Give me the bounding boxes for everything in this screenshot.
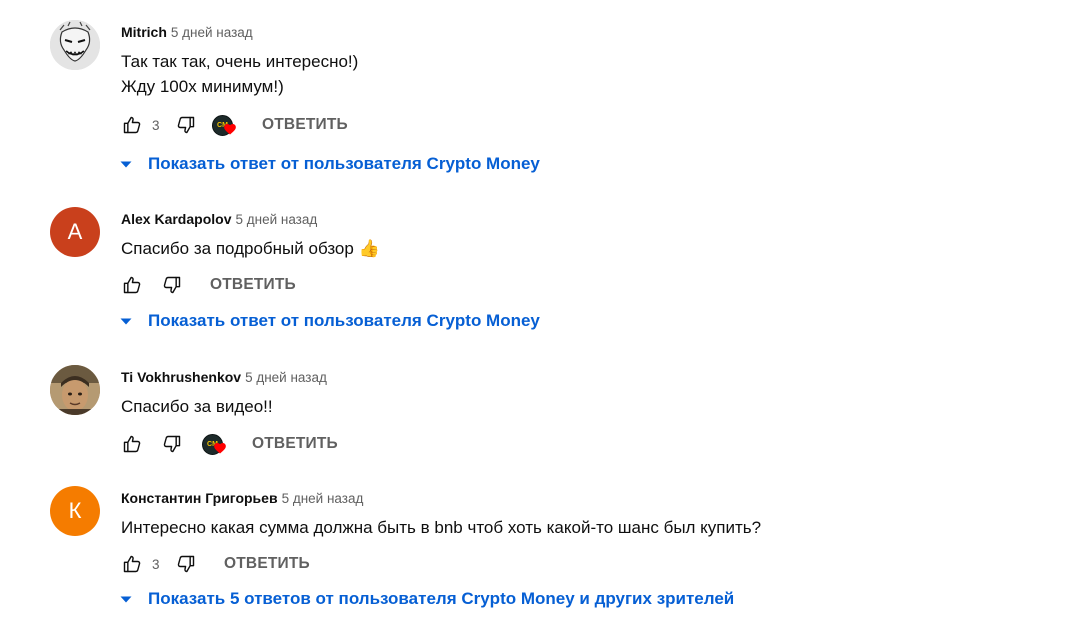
reply-button[interactable]: ОТВЕТИТЬ [210, 276, 296, 294]
avatar-letter: К [68, 498, 82, 523]
dislike-icon [177, 116, 195, 134]
comment-header: Константин Григорьев 5 дней назад [121, 489, 363, 508]
comment-header: Alex Kardapolov 5 дней назад [121, 210, 317, 229]
heart-icon [224, 124, 236, 135]
creator-heart-badge[interactable]: CM [202, 432, 228, 456]
comment-time[interactable]: 5 дней назад [235, 212, 317, 227]
like-icon [123, 435, 141, 453]
caret-down-icon [120, 318, 132, 325]
comment-thread: Mitrich 5 дней назад Так так так, очень и… [0, 20, 1065, 180]
like-count: 3 [152, 556, 160, 572]
dislike-button[interactable] [160, 273, 184, 297]
comment-time[interactable]: 5 дней назад [171, 25, 253, 40]
show-replies-label: Показать ответ от пользователя Crypto Mo… [148, 311, 540, 330]
creator-heart-badge[interactable]: CM [212, 113, 238, 137]
comment-thread: A Alex Kardapolov 5 дней назад Спасибо за… [0, 207, 1065, 337]
like-icon [123, 276, 141, 294]
show-replies-button[interactable]: Показать 5 ответов от пользователя Crypt… [118, 589, 734, 609]
comment-thread: Ti Vokhrushenkov 5 дней назад Спасибо за … [0, 365, 1065, 465]
avatar-image [50, 20, 100, 70]
comment-toolbar: 3 ОТВЕТИТЬ [120, 552, 310, 576]
dislike-button[interactable] [174, 113, 198, 137]
avatar[interactable] [50, 365, 100, 415]
comment-text-line: Так так так, очень интересно!) [121, 52, 359, 71]
comment-text-line: Спасибо за подробный обзор 👍 [121, 239, 380, 258]
like-icon [123, 116, 141, 134]
like-button[interactable] [120, 113, 144, 137]
show-replies-button[interactable]: Показать ответ от пользователя Crypto Mo… [118, 311, 540, 331]
author-name[interactable]: Mitrich [121, 24, 167, 40]
dislike-icon [163, 435, 181, 453]
avatar[interactable] [50, 20, 100, 70]
comment-time[interactable]: 5 дней назад [245, 370, 327, 385]
like-button[interactable] [120, 432, 144, 456]
like-button[interactable] [120, 552, 144, 576]
dislike-button[interactable] [160, 432, 184, 456]
avatar[interactable]: A [50, 207, 100, 257]
avatar-letter: A [67, 219, 83, 244]
comment-thread: К Константин Григорьев 5 дней назад Интер… [0, 486, 1065, 616]
like-count: 3 [152, 117, 160, 133]
show-replies-label: Показать ответ от пользователя Crypto Mo… [148, 154, 540, 173]
like-button[interactable] [120, 273, 144, 297]
show-replies-button[interactable]: Показать ответ от пользователя Crypto Mo… [118, 154, 540, 174]
author-name[interactable]: Alex Kardapolov [121, 211, 231, 227]
comment-toolbar: CM ОТВЕТИТЬ [120, 432, 338, 456]
show-replies-label: Показать 5 ответов от пользователя Crypt… [148, 589, 735, 608]
comment-header: Mitrich 5 дней назад [121, 23, 253, 42]
reply-button[interactable]: ОТВЕТИТЬ [262, 116, 348, 134]
comment-header: Ti Vokhrushenkov 5 дней назад [121, 368, 327, 387]
comment-text-line: Жду 100x минимум!) [121, 77, 284, 96]
author-name[interactable]: Ti Vokhrushenkov [121, 369, 241, 385]
reply-button[interactable]: ОТВЕТИТЬ [252, 435, 338, 453]
comment-time[interactable]: 5 дней назад [282, 491, 364, 506]
comment-toolbar: 3 CM ОТВЕТИТЬ [120, 113, 348, 137]
caret-down-icon [120, 161, 132, 168]
comment-text-line: Интересно какая сумма должна быть в bnb … [121, 518, 762, 537]
caret-down-icon [120, 596, 132, 603]
dislike-icon [163, 276, 181, 294]
author-name[interactable]: Константин Григорьев [121, 490, 278, 506]
reply-button[interactable]: ОТВЕТИТЬ [224, 555, 310, 573]
dislike-button[interactable] [174, 552, 198, 576]
avatar-image [50, 365, 100, 415]
heart-icon [214, 443, 226, 454]
avatar[interactable]: К [50, 486, 100, 536]
comment-text-line: Спасибо за видео!! [121, 397, 273, 416]
comment-toolbar: ОТВЕТИТЬ [120, 273, 296, 297]
like-icon [123, 555, 141, 573]
dislike-icon [177, 555, 195, 573]
